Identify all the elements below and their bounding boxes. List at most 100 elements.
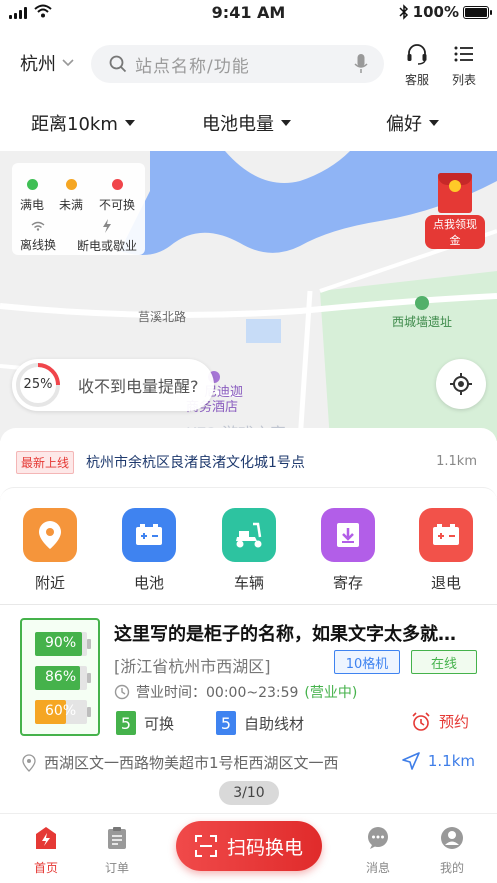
reminder-text: 收不到电量提醒? (78, 377, 199, 396)
user-icon (441, 827, 463, 849)
reserve-button[interactable]: 预约 (411, 711, 469, 732)
city-name: 杭州 (20, 54, 56, 75)
station-title[interactable]: 这里写的是柜子的名称，如果文字太多就… (114, 620, 456, 646)
tab-bar: 首页 订单 扫码换电 消息 我的 (0, 813, 497, 883)
navigation-arrow-icon (402, 752, 420, 770)
tab-mine-label: 我的 (439, 861, 464, 875)
station-battery-summary: 90% 86% 60% (20, 618, 100, 736)
search-icon (109, 55, 127, 73)
status-bar: 9:41 AM 100% (0, 0, 497, 26)
partial-status-dot (65, 179, 77, 190)
storage-icon (321, 508, 375, 562)
scan-swap-label: 扫码换电 (226, 836, 303, 859)
scan-swap-button[interactable]: 扫码换电 (176, 821, 322, 871)
map-poi-label: 西城墙遗址 (392, 315, 453, 329)
navigate-button[interactable]: 1.1km (402, 752, 475, 770)
unavailable-status-dot (111, 179, 123, 190)
battery-level-3: 60% (45, 703, 77, 719)
online-badge: 在线 (411, 650, 477, 674)
chat-bubble-icon (368, 827, 388, 849)
battery-icon (463, 5, 492, 19)
full-status-dot (26, 179, 38, 190)
service-storage-label: 寄存 (332, 574, 363, 592)
tab-messages[interactable]: 消息 (353, 826, 403, 876)
city-selector[interactable]: 杭州 (20, 50, 74, 76)
scooter-icon (222, 508, 276, 562)
notice-text: 杭州市余杭区良渚良渚文化城1号点 (86, 455, 305, 471)
list-view-button[interactable]: 列表 (444, 42, 484, 88)
header: 杭州 站点名称/功能 客服 列表 (0, 36, 497, 92)
cable-number: 5 (216, 711, 236, 735)
park-icon (415, 296, 429, 310)
filter-distance[interactable]: 距离10km (31, 110, 135, 136)
dropdown-arrow-icon (281, 120, 291, 126)
legend-full: 满电 (20, 179, 44, 213)
swappable-label: 可换 (144, 714, 175, 733)
legend-power-off-label: 断电或歇业 (76, 239, 137, 253)
tab-mine[interactable]: 我的 (427, 826, 477, 876)
customer-service-label: 客服 (404, 73, 429, 87)
search-input[interactable]: 站点名称/功能 (91, 45, 384, 83)
battery-percent: 100% (412, 3, 459, 21)
service-battery-label: 电池 (133, 574, 164, 592)
battery-reminder-button[interactable]: 25% 收不到电量提醒? (12, 359, 214, 411)
legend-unavailable-label: 不可换 (98, 198, 135, 212)
battery-level-bar-1: 90% (35, 632, 91, 656)
map-view[interactable]: 满电 未满 不可换 离线换 断电或歇业 莒溪北路 西城墙遗址 尼迪迦 商务酒店 … (0, 151, 497, 441)
legend-offline: 离线换 (18, 221, 58, 253)
search-placeholder: 站点名称/功能 (135, 56, 250, 77)
filter-preference[interactable]: 偏好 (386, 110, 439, 136)
service-battery[interactable]: 电池 (119, 508, 179, 593)
swappable-count: 5 可换 (116, 711, 174, 735)
tab-messages-label: 消息 (365, 861, 390, 875)
service-storage[interactable]: 寄存 (318, 508, 378, 593)
cable-label: 自助线材 (244, 714, 305, 733)
station-distance: 1.1km (427, 752, 475, 770)
service-return-battery[interactable]: 退电 (416, 508, 476, 593)
tab-orders-label: 订单 (104, 861, 129, 875)
new-station-notice[interactable]: 最新上线 杭州市余杭区良渚良渚文化城1号点 1.1km (0, 428, 497, 496)
lightning-icon (103, 219, 111, 233)
battery-level-1: 90% (45, 635, 77, 651)
legend-unavailable: 不可换 (98, 179, 136, 213)
new-badge: 最新上线 (16, 451, 75, 474)
service-return-label: 退电 (430, 574, 461, 592)
service-nearby[interactable]: 附近 (20, 508, 80, 593)
filter-battery-level[interactable]: 电池电量 (202, 110, 291, 136)
battery-icon (122, 508, 176, 562)
clipboard-icon (108, 827, 126, 849)
microphone-icon[interactable] (354, 54, 368, 74)
tab-home[interactable]: 首页 (21, 826, 71, 876)
headset-icon (407, 44, 427, 65)
map-road-label: 莒溪北路 (138, 310, 187, 324)
reminder-progress-ring: 25% (14, 361, 62, 409)
tab-orders[interactable]: 订单 (92, 826, 142, 876)
notice-distance: 1.1km (436, 454, 477, 469)
customer-service-button[interactable]: 客服 (397, 42, 437, 88)
chevron-down-icon (62, 59, 74, 67)
filter-bar: 距离10km 电池电量 偏好 (0, 102, 497, 142)
station-region: [浙江省杭州市西湖区] (114, 657, 271, 676)
business-hours: 营业时间：00:00~23:59 (营业中) (114, 682, 357, 702)
divider (0, 604, 497, 605)
filter-preference-label: 偏好 (386, 114, 422, 135)
swappable-number: 5 (116, 711, 136, 735)
station-pager: 3/10 (219, 781, 279, 805)
location-pin-icon (23, 508, 77, 562)
filter-distance-label: 距离10km (31, 114, 118, 135)
list-icon (454, 46, 473, 62)
list-view-label: 列表 (451, 73, 476, 87)
clock-icon (114, 684, 130, 700)
legend-partial: 未满 (58, 179, 84, 213)
battery-level-bar-2: 86% (35, 666, 91, 690)
home-bolt-icon (36, 827, 56, 849)
return-battery-icon (419, 508, 473, 562)
legend-power-off: 断电或歇业 (74, 219, 140, 254)
red-packet-button[interactable]: 点我领现金 (425, 173, 485, 249)
location-pin-icon (22, 753, 36, 772)
service-vehicle[interactable]: 车辆 (219, 508, 279, 593)
cells-badge: 10格机 (334, 650, 400, 674)
reminder-percent: 25% (23, 377, 53, 392)
red-envelope-icon (438, 173, 472, 213)
locate-button[interactable] (436, 359, 486, 409)
